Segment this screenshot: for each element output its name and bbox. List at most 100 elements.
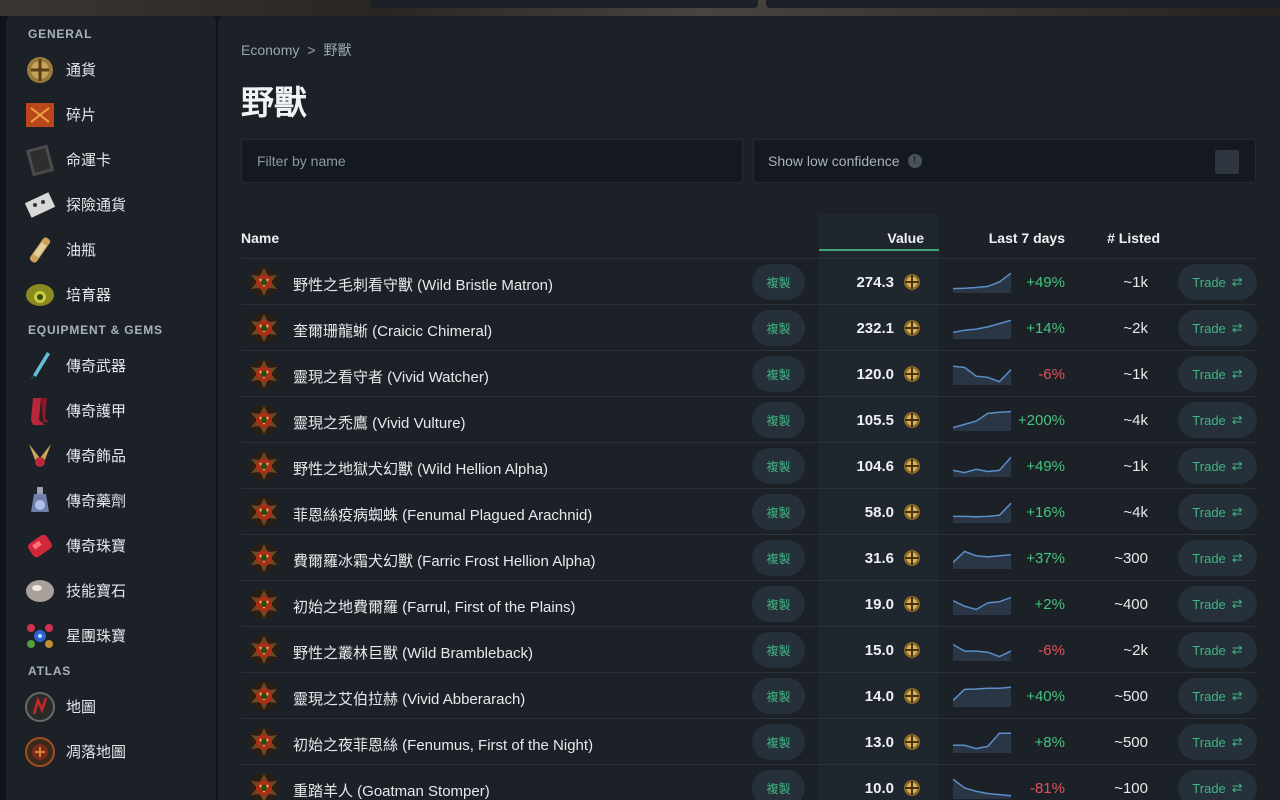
table-row[interactable]: 菲恩絲疫病蜘蛛 (Fenumal Plagued Arachnid) 複製 58.0… [241, 489, 1257, 535]
trade-button[interactable]: Trade ⇄ [1178, 632, 1257, 668]
item-name[interactable]: 重踏羊人 (Goatman Stomper) [293, 780, 490, 800]
price-change: +37% [1026, 550, 1065, 567]
sidebar-item[interactable]: 傳奇飾品 [6, 433, 216, 478]
sidebar-item-label: 傳奇武器 [66, 358, 127, 375]
item-name[interactable]: 奎爾珊龍蜥 (Craicic Chimeral) [293, 320, 492, 341]
chaos-orb-icon [903, 641, 921, 659]
trade-label: Trade [1192, 274, 1226, 290]
beast-icon [247, 449, 281, 483]
price-change: +40% [1026, 688, 1065, 705]
item-name[interactable]: 野性之地獄犬幻獸 (Wild Hellion Alpha) [293, 458, 548, 479]
copy-button[interactable]: 複製 [752, 724, 805, 760]
sidebar-item[interactable]: 傳奇武器 [6, 343, 216, 388]
incubator-icon [22, 277, 58, 313]
item-name[interactable]: 費爾羅冰霜犬幻獸 (Farric Frost Hellion Alpha) [293, 550, 596, 571]
item-name[interactable]: 野性之毛刺看守獸 (Wild Bristle Matron) [293, 274, 553, 295]
listed-count: ~400 [1114, 596, 1148, 613]
page-title: 野獸 [241, 84, 307, 121]
low-confidence-checkbox[interactable] [1215, 150, 1239, 174]
trade-button[interactable]: Trade ⇄ [1178, 494, 1257, 530]
trade-button[interactable]: Trade ⇄ [1178, 540, 1257, 576]
copy-button[interactable]: 複製 [752, 678, 805, 714]
copy-button[interactable]: 複製 [752, 310, 805, 346]
header-last-7-days[interactable]: Last 7 days [961, 230, 1065, 246]
listed-count: ~2k [1123, 642, 1148, 659]
sidebar-item[interactable]: 星團珠寶 [6, 613, 216, 658]
header-name[interactable]: Name [241, 230, 279, 246]
table-row[interactable]: 費爾羅冰霜犬幻獸 (Farric Frost Hellion Alpha) 複製 3… [241, 535, 1257, 581]
breadcrumb-parent-link[interactable]: Economy [241, 42, 299, 58]
currency-orb-icon [22, 52, 58, 88]
top-tab[interactable] [370, 0, 758, 8]
table-row[interactable]: 野性之叢林巨獸 (Wild Brambleback) 複製 15.0 -6% ~2k Tr… [241, 627, 1257, 673]
sidebar-item[interactable]: 凋落地圖 [6, 729, 216, 774]
trade-button[interactable]: Trade ⇄ [1178, 264, 1257, 300]
trade-button[interactable]: Trade ⇄ [1178, 770, 1257, 800]
filter-input[interactable] [241, 139, 743, 183]
trade-button[interactable]: Trade ⇄ [1178, 310, 1257, 346]
copy-button[interactable]: 複製 [752, 264, 805, 300]
trade-button[interactable]: Trade ⇄ [1178, 724, 1257, 760]
trade-button[interactable]: Trade ⇄ [1178, 356, 1257, 392]
trade-label: Trade [1192, 780, 1226, 796]
info-icon[interactable]: ! [907, 154, 922, 168]
top-strip [0, 0, 1280, 16]
chaos-orb-icon [903, 411, 921, 429]
sidebar-item[interactable]: 命運卡 [6, 137, 216, 182]
sidebar-item[interactable]: 技能寶石 [6, 568, 216, 613]
sidebar-item[interactable]: 油瓶 [6, 227, 216, 272]
table-row[interactable]: 靈現之看守者 (Vivid Watcher) 複製 120.0 -6% ~1k Trade… [241, 351, 1257, 397]
top-tab[interactable] [766, 0, 1280, 8]
trade-button[interactable]: Trade ⇄ [1178, 448, 1257, 484]
copy-button[interactable]: 複製 [752, 356, 805, 392]
copy-button[interactable]: 複製 [752, 448, 805, 484]
header-value[interactable]: Value [819, 230, 924, 246]
swap-arrows-icon: ⇄ [1231, 550, 1243, 565]
table-row[interactable]: 重踏羊人 (Goatman Stomper) 複製 10.0 -81% ~100 Trad… [241, 765, 1257, 800]
listed-count: ~4k [1123, 504, 1148, 521]
sidebar-item[interactable]: 通貨 [6, 47, 216, 92]
table-row[interactable]: 初始之地費爾羅 (Farrul, First of the Plains) 複製 1… [241, 581, 1257, 627]
sidebar-item[interactable]: 傳奇藥劑 [6, 478, 216, 523]
breadcrumb-current: 野獸 [323, 42, 352, 58]
sidebar-item[interactable]: 培育器 [6, 272, 216, 317]
header-listed[interactable]: # Listed [1081, 230, 1160, 246]
chaos-orb-icon [903, 779, 921, 797]
oil-icon [22, 232, 58, 268]
trade-label: Trade [1192, 366, 1226, 382]
sidebar-item-label: 培育器 [66, 287, 112, 304]
sidebar-item[interactable]: 碎片 [6, 92, 216, 137]
trade-button[interactable]: Trade ⇄ [1178, 402, 1257, 438]
low-confidence-toggle[interactable]: Show low confidence ! [753, 139, 1256, 183]
map-icon [22, 689, 58, 725]
table-row[interactable]: 初始之夜菲恩絲 (Fenumus, First of the Night) 複製 1… [241, 719, 1257, 765]
copy-button[interactable]: 複製 [752, 540, 805, 576]
item-name[interactable]: 靈現之艾伯拉赫 (Vivid Abberarach) [293, 688, 525, 709]
item-name[interactable]: 靈現之禿鷹 (Vivid Vulture) [293, 412, 466, 433]
sidebar-item[interactable]: 探險通貨 [6, 182, 216, 227]
item-name[interactable]: 野性之叢林巨獸 (Wild Brambleback) [293, 642, 533, 663]
trade-button[interactable]: Trade ⇄ [1178, 586, 1257, 622]
sidebar-item[interactable]: 傳奇護甲 [6, 388, 216, 433]
copy-button[interactable]: 複製 [752, 402, 805, 438]
table-row[interactable]: 奎爾珊龍蜥 (Craicic Chimeral) 複製 232.1 +14% ~2k Tr… [241, 305, 1257, 351]
sidebar-item-label: 傳奇飾品 [66, 448, 127, 465]
item-name[interactable]: 初始之地費爾羅 (Farrul, First of the Plains) [293, 596, 576, 617]
item-value: 13.0 [864, 734, 894, 751]
copy-button[interactable]: 複製 [752, 770, 805, 800]
table-row[interactable]: 靈現之禿鷹 (Vivid Vulture) 複製 105.5 +200% ~4k Trad… [241, 397, 1257, 443]
table-row[interactable]: 野性之地獄犬幻獸 (Wild Hellion Alpha) 複製 104.6 +49%… [241, 443, 1257, 489]
item-name[interactable]: 靈現之看守者 (Vivid Watcher) [293, 366, 489, 387]
beast-icon [247, 771, 281, 800]
sidebar-item[interactable]: 地圖 [6, 684, 216, 729]
copy-button[interactable]: 複製 [752, 632, 805, 668]
table-row[interactable]: 野性之毛刺看守獸 (Wild Bristle Matron) 複製 274.3 +49… [241, 259, 1257, 305]
trade-button[interactable]: Trade ⇄ [1178, 678, 1257, 714]
copy-button[interactable]: 複製 [752, 586, 805, 622]
sidebar-item[interactable]: 傳奇珠寶 [6, 523, 216, 568]
listed-count: ~100 [1114, 780, 1148, 797]
table-row[interactable]: 靈現之艾伯拉赫 (Vivid Abberarach) 複製 14.0 +40% ~500… [241, 673, 1257, 719]
copy-button[interactable]: 複製 [752, 494, 805, 530]
item-name[interactable]: 菲恩絲疫病蜘蛛 (Fenumal Plagued Arachnid) [293, 504, 592, 525]
item-name[interactable]: 初始之夜菲恩絲 (Fenumus, First of the Night) [293, 734, 593, 755]
